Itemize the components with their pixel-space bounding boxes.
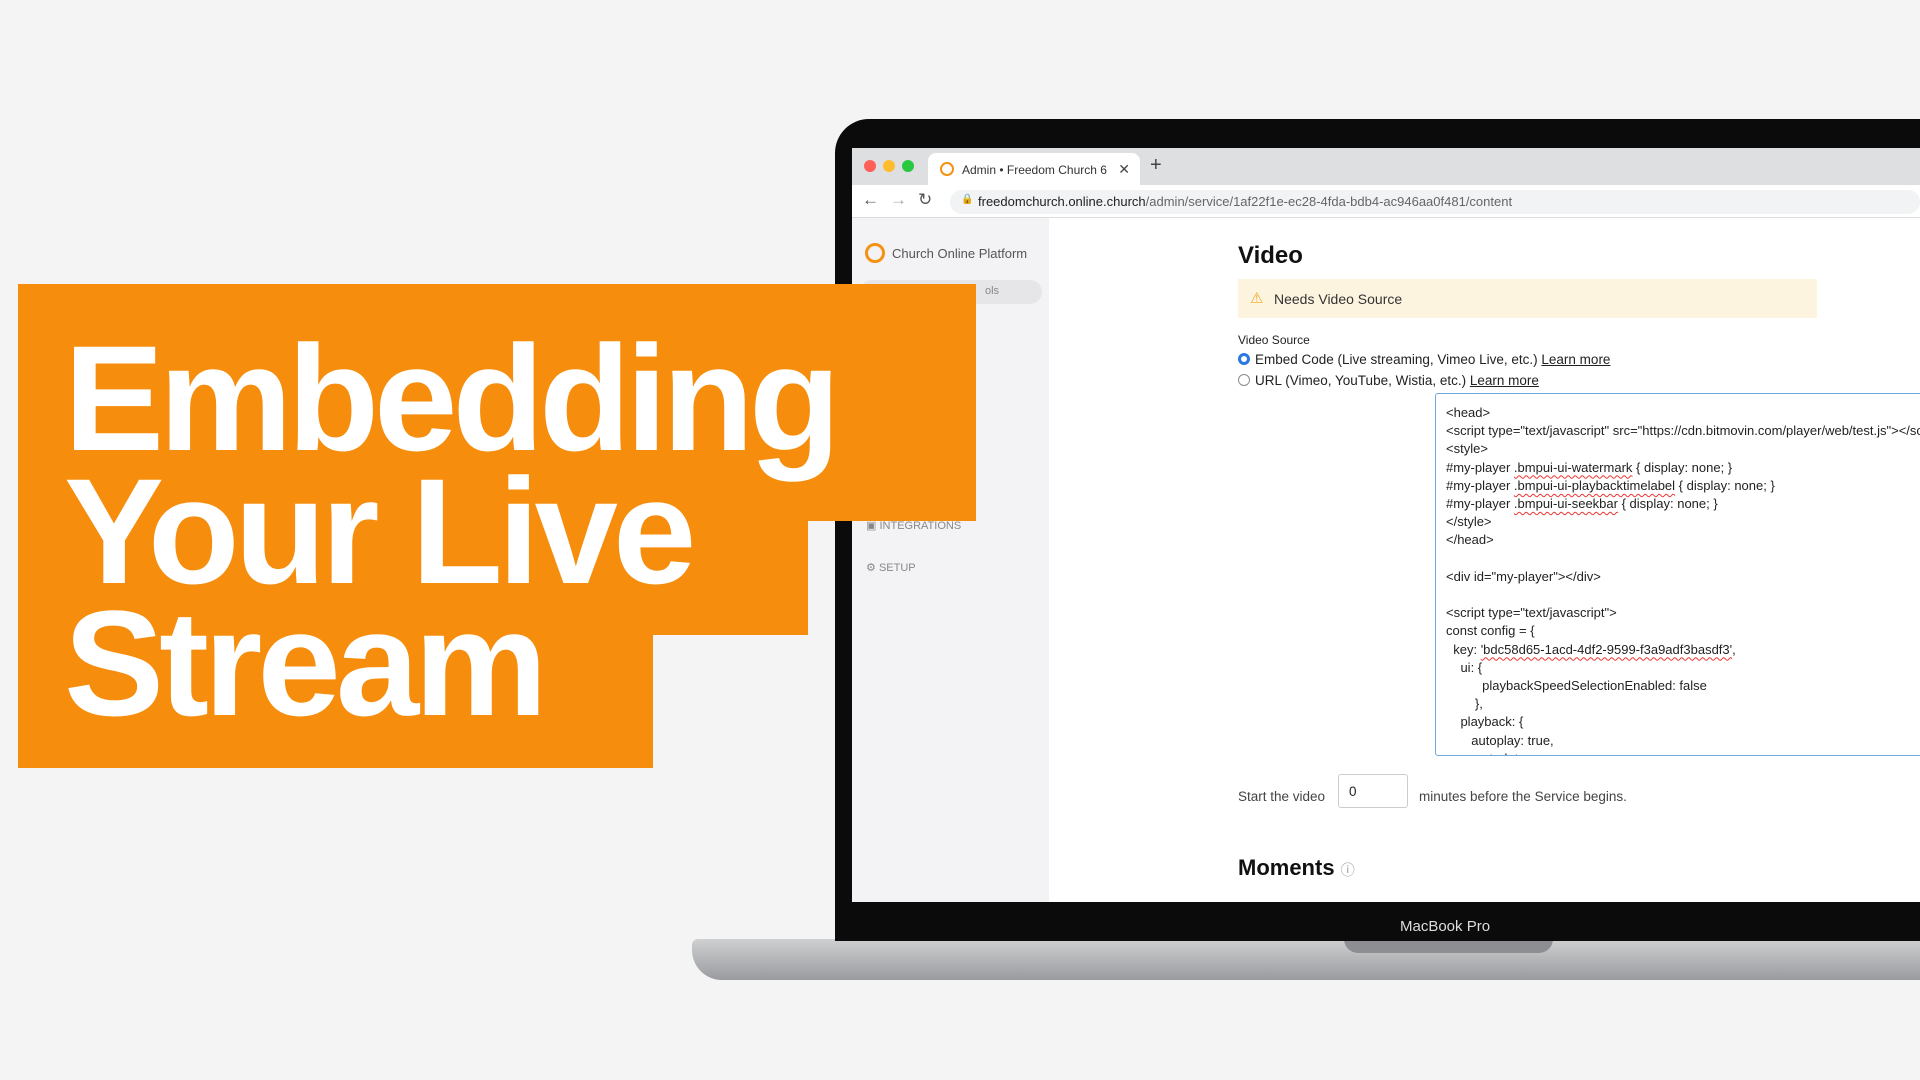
embed-code-textarea[interactable]: <head> <script type="text/javascript" src… bbox=[1435, 393, 1920, 756]
code-line: playback: { bbox=[1446, 714, 1524, 730]
new-tab-button[interactable]: + bbox=[1150, 154, 1162, 177]
url-path: /admin/service/1af22f1e-ec28-4fda-bdb4-a… bbox=[1145, 194, 1513, 209]
code-line: #my-player .bmpui-ui-seekbar { display: … bbox=[1446, 496, 1718, 512]
code-line: </style> bbox=[1446, 514, 1492, 530]
reload-icon[interactable]: ↻ bbox=[918, 190, 932, 210]
close-window-button[interactable] bbox=[864, 160, 876, 172]
laptop-notch bbox=[1344, 939, 1553, 953]
headline-line-3: Stream bbox=[64, 579, 548, 747]
address-bar: ← → ↻ 🔒 freedomchurch.online.church/admin… bbox=[852, 185, 1920, 218]
gear-icon: ⚙ bbox=[866, 562, 876, 574]
spellcheck-underlined-text: .bmpui-ui-watermark bbox=[1513, 459, 1633, 475]
code-line: }, bbox=[1446, 696, 1483, 712]
moments-heading: Moments ⓘ bbox=[1238, 855, 1355, 881]
code-line: autoplay: true, bbox=[1446, 732, 1554, 748]
code-line: #my-player .bmpui-ui-playbacktimelabel {… bbox=[1446, 477, 1775, 493]
code-line: const config = { bbox=[1446, 623, 1535, 639]
browser-window: Admin • Freedom Church 6 ✕ + ← → ↻ 🔒 freed… bbox=[852, 148, 1920, 902]
radio-selected-icon[interactable] bbox=[1238, 353, 1250, 365]
code-line: </head> bbox=[1446, 532, 1494, 548]
favicon-icon bbox=[940, 162, 954, 176]
radio-unselected-icon[interactable] bbox=[1238, 374, 1250, 386]
warning-banner: ⚠ Needs Video Source bbox=[1238, 279, 1817, 318]
tab-title: Admin • Freedom Church 6 bbox=[962, 163, 1107, 177]
code-line: <script type="text/javascript"> bbox=[1446, 605, 1617, 621]
sidebar-item-label: SETUP bbox=[878, 562, 916, 574]
start-minutes-input[interactable]: 0 bbox=[1338, 774, 1408, 808]
warning-text: Needs Video Source bbox=[1274, 291, 1403, 307]
url-field[interactable]: 🔒 freedomchurch.online.church/admin/servi… bbox=[950, 190, 1920, 214]
code-line: ui: { bbox=[1446, 659, 1483, 675]
back-icon[interactable]: ← bbox=[862, 190, 879, 210]
radio-label: Embed Code (Live streaming, Vimeo Live, … bbox=[1255, 352, 1538, 367]
url-host: freedomchurch.online.church bbox=[978, 194, 1146, 209]
maximize-window-button[interactable] bbox=[902, 160, 914, 172]
start-suffix: minutes before the Service begins. bbox=[1419, 789, 1627, 804]
radio-label: URL (Vimeo, YouTube, Wistia, etc.) bbox=[1255, 373, 1467, 388]
spellcheck-underlined-text: .bmpui-ui-seekbar bbox=[1513, 496, 1618, 512]
video-source-label: Video Source bbox=[1238, 333, 1310, 347]
main-content: Video ⚠ Needs Video Source Video Source E… bbox=[1049, 218, 1920, 902]
sidebar-item-label: ols bbox=[985, 285, 1000, 297]
minimize-window-button[interactable] bbox=[883, 160, 895, 172]
tab-bar: Admin • Freedom Church 6 ✕ + bbox=[852, 148, 1920, 185]
code-line: key: 'bdc58d65-1acd-4df2-9599-f3a9adf3ba… bbox=[1446, 641, 1736, 657]
integrations-icon: ▣ bbox=[866, 520, 877, 532]
sidebar-brand: Church Online Platform bbox=[892, 246, 1028, 261]
radio-url[interactable]: URL (Vimeo, YouTube, Wistia, etc.) Learn… bbox=[1238, 373, 1539, 388]
browser-tab[interactable]: Admin • Freedom Church 6 ✕ bbox=[928, 153, 1140, 185]
code-line: muted: true bbox=[1446, 750, 1920, 755]
code-line: playbackSpeedSelectionEnabled: false bbox=[1446, 678, 1707, 694]
spellcheck-underlined-text: 'bdc58d65-1acd-4df2-9599-f3a9adf3basdf3' bbox=[1480, 641, 1733, 657]
moments-title: Moments bbox=[1238, 855, 1335, 880]
code-line: <style> bbox=[1446, 441, 1488, 457]
learn-more-link[interactable]: Learn more bbox=[1470, 373, 1539, 388]
laptop-base bbox=[692, 939, 1920, 980]
code-line: #my-player .bmpui-ui-watermark { display… bbox=[1446, 459, 1733, 475]
sidebar-item-label: INTEGRATIONS bbox=[879, 520, 962, 532]
code-line: <script type="text/javascript" src="http… bbox=[1446, 423, 1920, 439]
warning-icon: ⚠ bbox=[1250, 290, 1264, 307]
code-line: <div id="my-player"></div> bbox=[1446, 568, 1601, 584]
logo-icon bbox=[865, 243, 885, 263]
forward-icon[interactable]: → bbox=[890, 190, 907, 210]
spellcheck-underlined-text: .bmpui-ui-playbacktimelabel bbox=[1513, 477, 1676, 493]
start-prefix: Start the video bbox=[1238, 789, 1326, 804]
close-tab-icon[interactable]: ✕ bbox=[1118, 161, 1130, 178]
lock-icon: 🔒 bbox=[961, 194, 974, 205]
learn-more-link[interactable]: Learn more bbox=[1541, 352, 1610, 367]
code-line: <head> bbox=[1446, 405, 1491, 420]
device-label: MacBook Pro bbox=[1400, 918, 1491, 935]
radio-embed-code[interactable]: Embed Code (Live streaming, Vimeo Live, … bbox=[1238, 352, 1610, 367]
sidebar-item-setup[interactable]: ⚙ SETUP bbox=[866, 561, 916, 574]
info-icon[interactable]: ⓘ bbox=[1341, 862, 1355, 878]
page-title: Video bbox=[1238, 242, 1303, 269]
